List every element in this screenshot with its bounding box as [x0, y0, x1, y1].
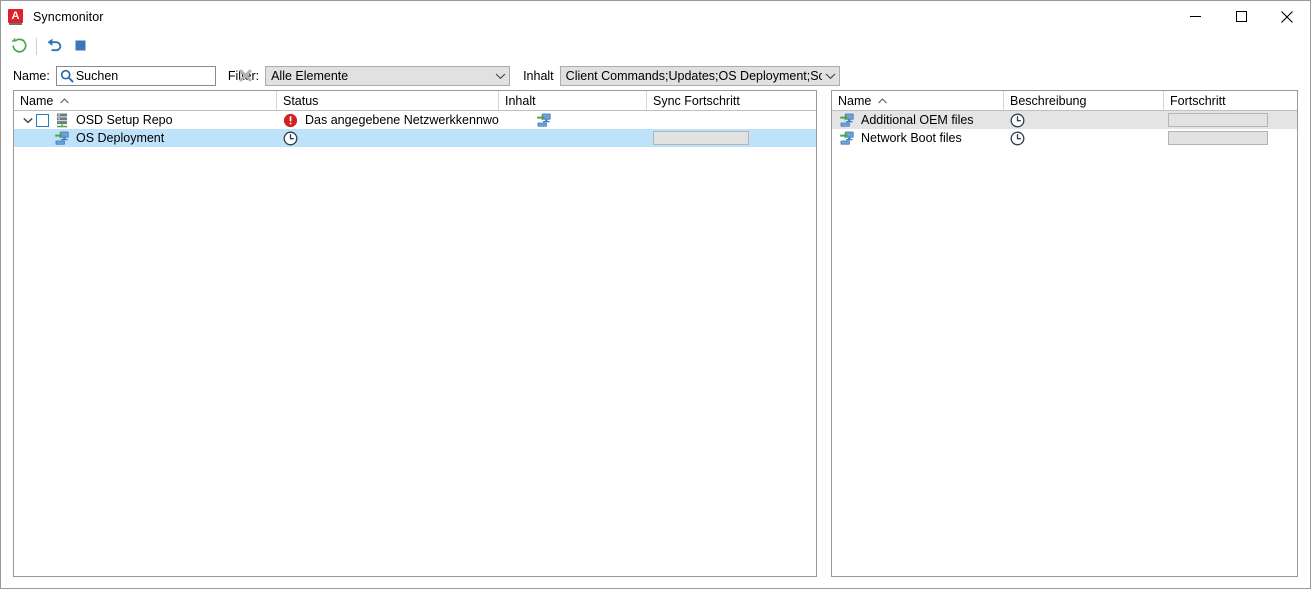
aagon-a-logo-icon: A [8, 8, 24, 25]
refresh-sync-button[interactable] [6, 35, 32, 59]
column-header-name-label: Name [838, 93, 872, 108]
column-header-status[interactable]: Status [277, 91, 499, 110]
minimize-button[interactable] [1172, 1, 1218, 32]
column-header-inhalt[interactable]: Inhalt [499, 91, 647, 110]
sort-ascending-icon [878, 97, 888, 104]
item-progress-bar [1168, 113, 1268, 127]
row-progress-cell [647, 129, 816, 147]
column-header-sync-fortschritt-label: Sync Fortschritt [653, 93, 740, 108]
row-description-cell [1004, 129, 1164, 147]
content-dropdown-value: Client Commands;Updates;OS Deployment;Sc… [565, 68, 822, 83]
maximize-button[interactable] [1218, 1, 1264, 32]
row-progress-cell [647, 111, 816, 129]
filter-dropdown-value: Alle Elemente [271, 68, 349, 83]
clock-pending-icon [1008, 131, 1026, 146]
clock-pending-icon [281, 131, 299, 146]
right-grid-body: Additional OEM files Network Boot files [832, 111, 1297, 576]
left-grid-header: Name Status Inhalt Sync Fortschritt [14, 91, 816, 111]
window-controls [1172, 1, 1310, 32]
os-deployment-icon [838, 130, 856, 146]
filter-dropdown[interactable]: Alle Elemente [265, 65, 511, 86]
stop-square-icon [71, 36, 90, 58]
search-box[interactable] [55, 65, 252, 86]
os-deployment-icon [838, 112, 856, 128]
table-row[interactable]: Network Boot files [832, 129, 1297, 147]
server-repository-icon [53, 112, 71, 128]
syncmonitor-window: A Syncmonitor Name: Suchen Alle Elemente… [0, 0, 1311, 589]
undo-button[interactable] [41, 35, 67, 59]
column-header-name[interactable]: Name [14, 91, 277, 110]
row-description-cell [1004, 111, 1164, 129]
column-header-beschreibung[interactable]: Beschreibung [1004, 91, 1164, 110]
row-status-cell [277, 129, 499, 147]
table-row[interactable]: OS Deployment [14, 129, 816, 147]
row-status-cell: Das angegebene Netzwerkkennwort i... [277, 111, 499, 129]
row-name-cell: OS Deployment [14, 129, 277, 147]
left-grid-panel: Name Status Inhalt Sync Fortschritt OSD … [13, 90, 817, 577]
right-grid-header: Name Beschreibung Fortschritt [832, 91, 1297, 111]
chevron-down-icon[interactable] [19, 117, 36, 124]
chevron-down-icon [822, 72, 839, 80]
column-header-beschreibung-label: Beschreibung [1010, 93, 1087, 108]
filter-bar: Name: Filter: Alle Elemente [1, 61, 1310, 90]
search-input[interactable] [73, 67, 239, 84]
clear-x-icon[interactable] [239, 69, 252, 82]
column-header-status-label: Status [283, 93, 319, 108]
chevron-down-icon [492, 72, 509, 80]
row-progress-cell [1164, 111, 1297, 129]
right-grid-panel: Name Beschreibung Fortschritt Additional… [831, 90, 1298, 577]
undo-arrow-icon [45, 36, 64, 58]
main-area: Name Status Inhalt Sync Fortschritt OSD … [1, 90, 1310, 588]
column-header-name[interactable]: Name [832, 91, 1004, 110]
clock-pending-icon [1008, 113, 1026, 128]
row-progress-cell [1164, 129, 1297, 147]
row-name-cell: OSD Setup Repo [14, 111, 277, 129]
row-status-text: Das angegebene Netzwerkkennwort i... [305, 113, 499, 127]
toolbar [1, 32, 1310, 61]
column-header-name-label: Name [20, 93, 54, 108]
panel-splitter[interactable] [817, 90, 831, 577]
window-title: Syncmonitor [33, 9, 104, 24]
app-logo-letter: A [8, 8, 23, 23]
left-grid-body: OSD Setup Repo Das angegebene Netzwerkke… [14, 111, 816, 576]
content-label: Inhalt [523, 68, 554, 83]
sort-ascending-icon [60, 97, 70, 104]
magnifier-icon [60, 69, 74, 83]
os-deployment-icon [535, 112, 553, 128]
row-name-cell: Additional OEM files [832, 111, 1004, 129]
close-button[interactable] [1264, 1, 1310, 32]
os-deployment-icon [53, 130, 71, 146]
row-inhalt-cell [499, 129, 647, 147]
refresh-circular-arrow-icon [10, 36, 29, 58]
stop-button[interactable] [67, 35, 93, 59]
sync-progress-bar [653, 131, 749, 145]
row-name-cell: Network Boot files [832, 129, 1004, 147]
row-name-label: OSD Setup Repo [76, 113, 173, 127]
row-name-label: Network Boot files [861, 131, 962, 145]
column-header-fortschritt-label: Fortschritt [1170, 93, 1226, 108]
table-row[interactable]: Additional OEM files [832, 111, 1297, 129]
error-exclamation-icon [281, 113, 299, 128]
column-header-inhalt-label: Inhalt [505, 93, 536, 108]
toolbar-separator [36, 38, 37, 55]
table-row[interactable]: OSD Setup Repo Das angegebene Netzwerkke… [14, 111, 816, 129]
item-progress-bar [1168, 131, 1268, 145]
column-header-fortschritt[interactable]: Fortschritt [1164, 91, 1297, 110]
content-dropdown[interactable]: Client Commands;Updates;OS Deployment;Sc… [559, 65, 840, 86]
name-label: Name: [13, 68, 50, 83]
row-name-label: OS Deployment [76, 131, 165, 145]
app-logo-base [9, 22, 22, 25]
title-bar: A Syncmonitor [1, 1, 1310, 32]
row-checkbox[interactable] [36, 113, 49, 127]
row-inhalt-cell [499, 111, 647, 129]
column-header-sync-fortschritt[interactable]: Sync Fortschritt [647, 91, 816, 110]
row-name-label: Additional OEM files [861, 113, 974, 127]
